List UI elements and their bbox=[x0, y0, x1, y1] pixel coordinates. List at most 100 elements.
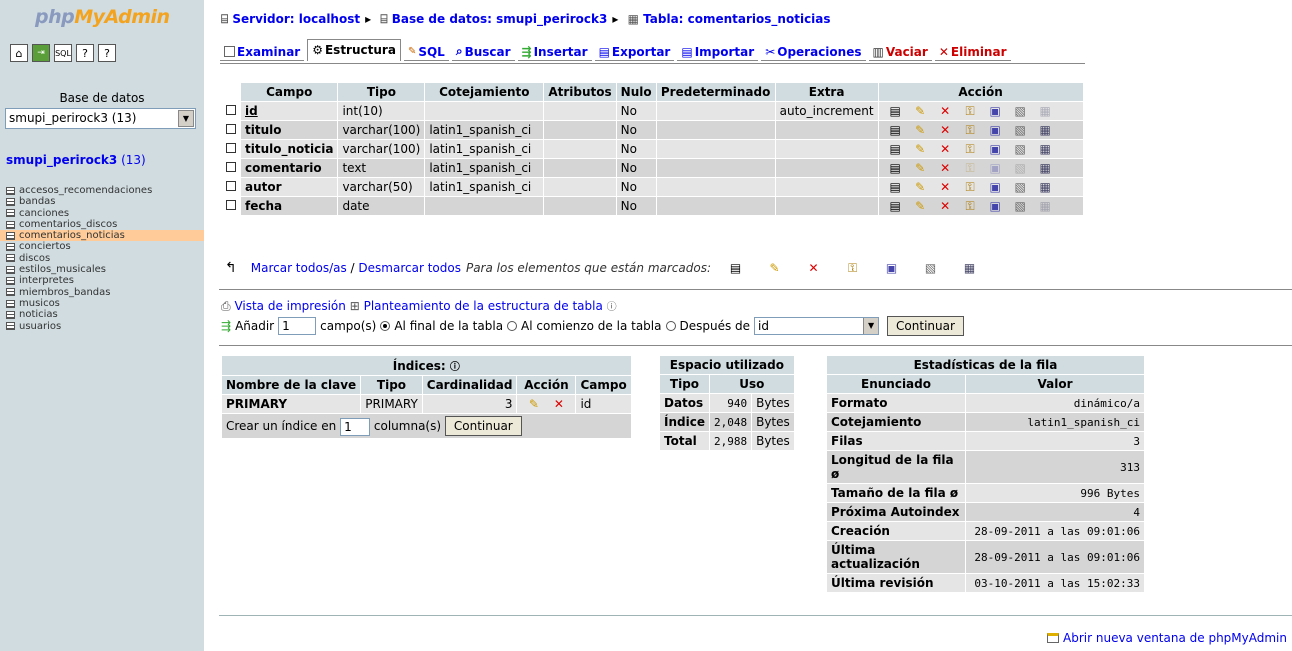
tab-exportar[interactable]: ▤ Exportar bbox=[594, 42, 675, 61]
create-index-count[interactable]: 1 bbox=[340, 417, 371, 436]
sidebar-table-item[interactable]: discos bbox=[6, 253, 204, 264]
fulltext-icon[interactable]: ▦ bbox=[963, 261, 976, 275]
browse-icon[interactable]: ▤ bbox=[729, 261, 742, 275]
radio-end[interactable] bbox=[380, 321, 391, 331]
unique-icon[interactable]: ▣ bbox=[989, 124, 1002, 137]
primary-key-icon[interactable]: ⚿ bbox=[964, 162, 977, 175]
index-icon[interactable]: ▧ bbox=[1014, 181, 1027, 194]
browse-icon[interactable]: ▤ bbox=[889, 162, 902, 175]
fulltext-icon[interactable]: ▦ bbox=[1039, 181, 1052, 194]
edit-icon[interactable]: ✎ bbox=[527, 398, 540, 411]
delete-icon[interactable]: ✕ bbox=[552, 398, 565, 411]
tab-estructura[interactable]: ⚙ Estructura bbox=[307, 39, 401, 61]
delete-icon[interactable]: ✕ bbox=[939, 162, 952, 175]
breadcrumb-database[interactable]: Base de datos: smupi_perirock3 bbox=[392, 12, 608, 26]
browse-icon[interactable]: ▤ bbox=[889, 105, 902, 118]
exit-icon[interactable]: ⇥ bbox=[32, 44, 50, 62]
sidebar-table-item[interactable]: musicos bbox=[6, 298, 204, 309]
edit-icon[interactable]: ✎ bbox=[914, 143, 927, 156]
edit-icon[interactable]: ✎ bbox=[768, 261, 781, 275]
unique-icon[interactable]: ▣ bbox=[989, 143, 1002, 156]
fulltext-icon[interactable]: ▦ bbox=[1039, 105, 1052, 118]
plan-structure-link[interactable]: Planteamiento de la estructura de tabla bbox=[364, 299, 603, 313]
unique-icon[interactable]: ▣ bbox=[885, 261, 898, 275]
tab-importar[interactable]: ▤ Importar bbox=[677, 42, 759, 61]
primary-key-icon[interactable]: ⚿ bbox=[964, 200, 977, 213]
after-field-select[interactable]: id ▼ bbox=[754, 317, 880, 335]
breadcrumb-table[interactable]: Tabla: comentarios_noticias bbox=[643, 12, 830, 26]
home-icon[interactable]: ⌂ bbox=[10, 44, 28, 62]
edit-icon[interactable]: ✎ bbox=[914, 124, 927, 137]
primary-key-icon[interactable]: ⚿ bbox=[964, 143, 977, 156]
sidebar-table-item[interactable]: canciones bbox=[6, 208, 204, 219]
unique-icon[interactable]: ▣ bbox=[989, 105, 1002, 118]
sidebar-table-item[interactable]: estilos_musicales bbox=[6, 264, 204, 275]
tab-vaciar[interactable]: ▥ Vaciar bbox=[868, 42, 932, 61]
unmark-all-link[interactable]: Desmarcar todos bbox=[358, 261, 461, 275]
row-checkbox[interactable] bbox=[226, 200, 236, 210]
sidebar-table-item[interactable]: conciertos bbox=[6, 241, 204, 252]
delete-icon[interactable]: ✕ bbox=[939, 181, 952, 194]
browse-icon[interactable]: ▤ bbox=[889, 143, 902, 156]
mark-all-link[interactable]: Marcar todos/as bbox=[251, 261, 347, 275]
new-window-link[interactable]: Abrir nueva ventana de phpMyAdmin bbox=[1047, 631, 1287, 645]
sidebar-table-item[interactable]: interpretes bbox=[6, 275, 204, 286]
fulltext-icon[interactable]: ▦ bbox=[1039, 143, 1052, 156]
chevron-down-icon[interactable]: ▼ bbox=[178, 110, 194, 127]
tab-examinar[interactable]: Examinar bbox=[220, 42, 305, 61]
phpmyadmin-logo[interactable]: phpMyAdmin bbox=[35, 6, 170, 28]
database-select[interactable]: smupi_perirock3 (13) ▼ bbox=[5, 108, 196, 129]
delete-icon[interactable]: ✕ bbox=[939, 124, 952, 137]
sidebar-table-item[interactable]: noticias bbox=[6, 309, 204, 320]
tab-insertar[interactable]: ⇶ Insertar bbox=[517, 42, 592, 61]
sql-query-icon[interactable]: SQL bbox=[54, 44, 72, 62]
unique-icon[interactable]: ▣ bbox=[989, 181, 1002, 194]
sidebar-table-item[interactable]: bandas bbox=[6, 196, 204, 207]
primary-key-icon[interactable]: ⚿ bbox=[964, 124, 977, 137]
print-view-link[interactable]: Vista de impresión bbox=[234, 299, 345, 313]
sidebar-table-item[interactable]: accesos_recomendaciones bbox=[6, 185, 204, 196]
index-icon[interactable]: ▧ bbox=[1014, 143, 1027, 156]
row-checkbox[interactable] bbox=[226, 181, 236, 191]
row-checkbox[interactable] bbox=[226, 105, 236, 115]
fulltext-icon[interactable]: ▦ bbox=[1039, 162, 1052, 175]
primary-key-icon[interactable]: ⚿ bbox=[964, 181, 977, 194]
fulltext-icon[interactable]: ▦ bbox=[1039, 200, 1052, 213]
create-index-button[interactable]: Continuar bbox=[444, 416, 522, 436]
index-icon[interactable]: ▧ bbox=[924, 261, 937, 275]
radio-after[interactable] bbox=[665, 321, 676, 331]
browse-icon[interactable]: ▤ bbox=[889, 124, 902, 137]
docs-alt-icon[interactable]: ? bbox=[98, 44, 116, 62]
row-checkbox[interactable] bbox=[226, 143, 236, 153]
delete-icon[interactable]: ✕ bbox=[939, 105, 952, 118]
sidebar-table-item-selected[interactable]: comentarios_noticias bbox=[0, 230, 204, 242]
primary-key-icon[interactable]: ⚿ bbox=[964, 105, 977, 118]
add-continue-button[interactable]: Continuar bbox=[887, 316, 964, 336]
help-icon[interactable]: ⓘ bbox=[607, 302, 617, 313]
breadcrumb-server[interactable]: Servidor: localhost bbox=[232, 12, 360, 26]
delete-icon[interactable]: ✕ bbox=[939, 143, 952, 156]
tab-buscar[interactable]: ⌕ Buscar bbox=[451, 42, 515, 61]
tab-eliminar[interactable]: ✕ Eliminar bbox=[934, 42, 1011, 61]
tab-sql[interactable]: ✎ SQL bbox=[403, 42, 449, 61]
delete-icon[interactable]: ✕ bbox=[807, 261, 820, 275]
fulltext-icon[interactable]: ▦ bbox=[1039, 124, 1052, 137]
database-title-link[interactable]: smupi_perirock3 (13) bbox=[6, 153, 146, 167]
primary-key-icon[interactable]: ⚿ bbox=[846, 261, 859, 275]
sidebar-table-item[interactable]: comentarios_discos bbox=[6, 219, 204, 230]
delete-icon[interactable]: ✕ bbox=[939, 200, 952, 213]
index-icon[interactable]: ▧ bbox=[1014, 124, 1027, 137]
edit-icon[interactable]: ✎ bbox=[914, 105, 927, 118]
radio-start[interactable] bbox=[507, 321, 518, 331]
tab-operaciones[interactable]: ✂ Operaciones bbox=[761, 42, 866, 61]
edit-icon[interactable]: ✎ bbox=[914, 162, 927, 175]
sidebar-table-item[interactable]: usuarios bbox=[6, 321, 204, 332]
unique-icon[interactable]: ▣ bbox=[989, 200, 1002, 213]
index-icon[interactable]: ▧ bbox=[1014, 105, 1027, 118]
row-checkbox[interactable] bbox=[226, 124, 236, 134]
index-icon[interactable]: ▧ bbox=[1014, 162, 1027, 175]
edit-icon[interactable]: ✎ bbox=[914, 200, 927, 213]
docs-icon[interactable]: ? bbox=[76, 44, 94, 62]
add-count-input[interactable]: 1 bbox=[278, 317, 317, 335]
edit-icon[interactable]: ✎ bbox=[914, 181, 927, 194]
